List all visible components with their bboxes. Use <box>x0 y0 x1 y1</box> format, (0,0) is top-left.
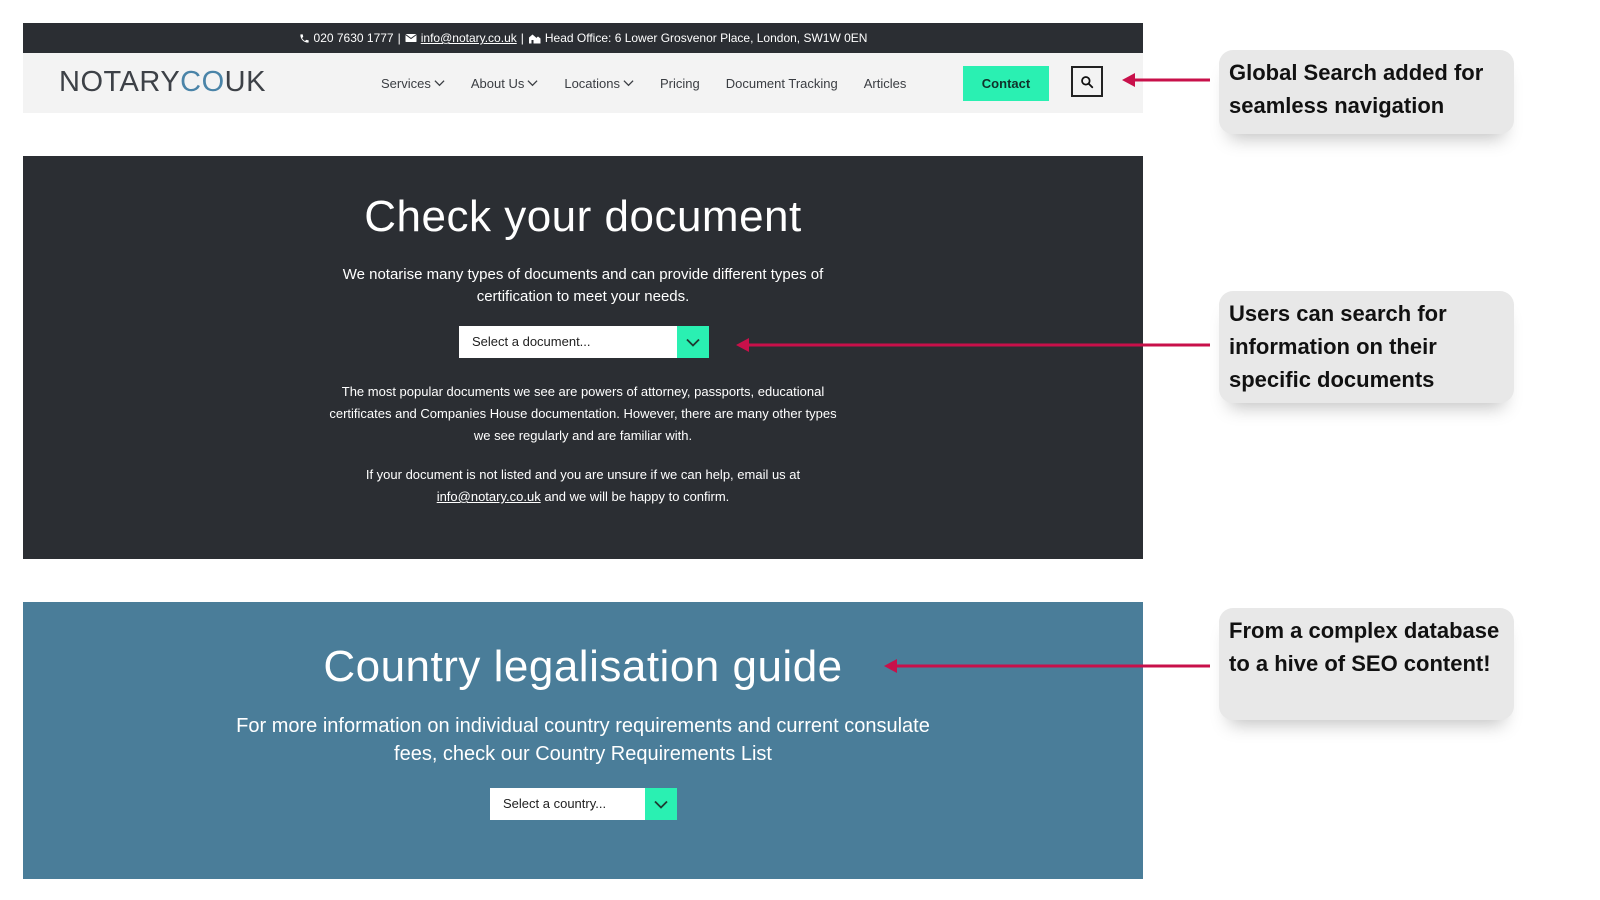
country-legalisation-section: Country legalisation guide For more info… <box>23 602 1143 879</box>
main-nav: Services About Us Locations Pricing Docu… <box>381 53 932 113</box>
check-document-section: Check your document We notarise many typ… <box>23 156 1143 559</box>
chevron-down-icon <box>527 80 538 87</box>
country-select-value: Select a country... <box>503 796 607 811</box>
notary-logo[interactable]: NOTARYCOUK <box>59 65 266 99</box>
callout-document-search: Users can search for information on thei… <box>1219 291 1514 403</box>
document-select-value: Select a document... <box>472 334 591 349</box>
country-select-toggle[interactable] <box>645 788 677 820</box>
document-select[interactable]: Select a document... <box>459 326 709 358</box>
nav-item-about-us[interactable]: About Us <box>471 76 538 91</box>
envelope-icon <box>404 33 417 43</box>
nav-item-label: Locations <box>564 75 620 91</box>
not-listed-text: If your document is not listed and you a… <box>328 464 838 508</box>
chevron-down-icon <box>434 80 445 87</box>
chevron-down-icon <box>623 80 634 87</box>
nav-item-document-tracking[interactable]: Document Tracking <box>726 76 838 91</box>
country-guide-title: Country legalisation guide <box>323 642 843 691</box>
building-icon <box>528 33 541 44</box>
logo-text-notary: NOTARY <box>59 66 181 98</box>
logo-text-co: CO <box>180 66 225 98</box>
chevron-down-icon <box>654 800 668 809</box>
chevron-down-icon <box>686 338 700 347</box>
canvas: 020 7630 1777 | info@notary.co.uk | Head… <box>0 0 1600 900</box>
email-link[interactable]: info@notary.co.uk <box>421 31 517 45</box>
not-listed-text-before: If your document is not listed and you a… <box>365 467 801 482</box>
phone-icon <box>299 33 310 44</box>
nav-item-label: About Us <box>470 75 525 91</box>
separator: | <box>397 31 401 45</box>
not-listed-text-after: and we will be happy to confirm. <box>540 489 730 504</box>
logo-text-uk: UK <box>224 66 266 98</box>
callout-seo-content: From a complex database to a hive of SEO… <box>1219 608 1514 720</box>
check-document-intro: We notarise many types of documents and … <box>342 266 824 305</box>
search-icon <box>1081 75 1094 88</box>
country-select[interactable]: Select a country... <box>490 788 677 820</box>
document-select-toggle[interactable] <box>677 326 709 358</box>
nav-item-services[interactable]: Services <box>381 76 445 91</box>
top-contact-bar: 020 7630 1777 | info@notary.co.uk | Head… <box>23 23 1143 53</box>
nav-item-pricing[interactable]: Pricing <box>660 76 700 91</box>
nav-item-locations[interactable]: Locations <box>564 76 634 91</box>
country-guide-intro: For more information on individual count… <box>236 715 930 765</box>
phone-number[interactable]: 020 7630 1777 <box>314 31 394 45</box>
contact-button[interactable]: Contact <box>963 66 1049 101</box>
head-office-address: Head Office: 6 Lower Grosvenor Place, Lo… <box>544 31 868 45</box>
website-header: 020 7630 1777 | info@notary.co.uk | Head… <box>23 23 1143 113</box>
contact-email-link[interactable]: info@notary.co.uk <box>437 489 541 504</box>
nav-item-articles[interactable]: Articles <box>864 76 907 91</box>
nav-item-label: Services <box>381 75 431 91</box>
popular-documents-text: The most popular documents we see are po… <box>329 384 837 443</box>
main-header: NOTARYCOUK Services About Us Locations P… <box>23 53 1143 113</box>
check-document-title: Check your document <box>364 192 802 241</box>
separator: | <box>520 31 524 45</box>
callout-global-search: Global Search added for seamless navigat… <box>1219 50 1514 134</box>
global-search-button[interactable] <box>1071 66 1103 97</box>
